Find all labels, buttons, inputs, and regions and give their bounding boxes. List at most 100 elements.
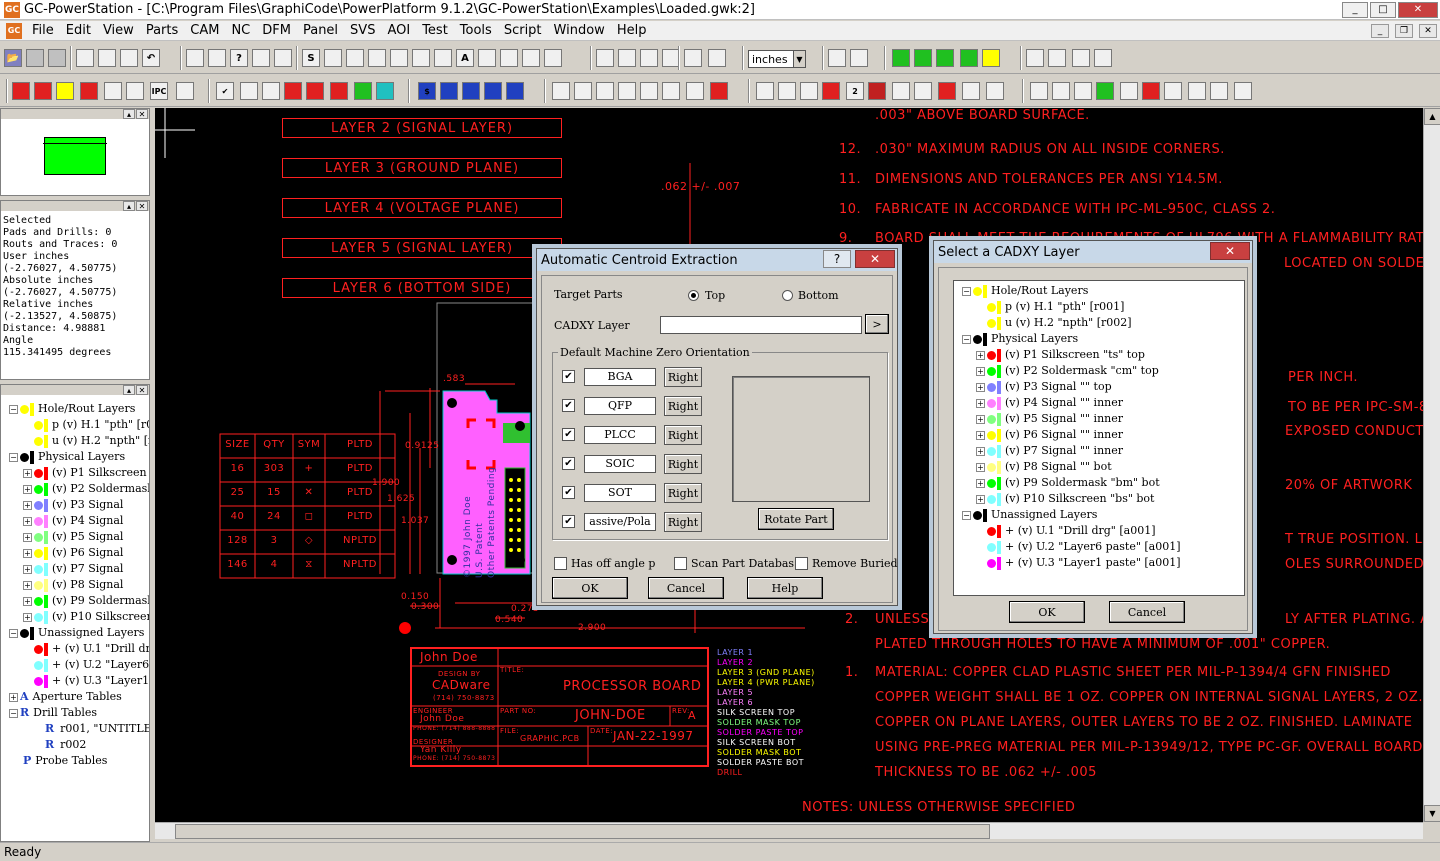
pane-minimize-button[interactable]: ▴: [123, 109, 135, 119]
move-icon[interactable]: [346, 49, 364, 67]
expand-icon[interactable]: +: [23, 484, 32, 494]
arc-icon[interactable]: [412, 49, 430, 67]
tree-row[interactable]: + (v) U.2 "Layer6 paste" [a001]: [962, 539, 1244, 555]
part-icon[interactable]: [822, 82, 840, 100]
layer-visibility-icon[interactable]: [997, 476, 1001, 490]
orientation-button[interactable]: Right: [664, 367, 702, 387]
pan-icon[interactable]: [1072, 49, 1090, 67]
drill-table-item[interactable]: Rr001, "UNTITLED": [9, 721, 149, 737]
stop-icon[interactable]: [710, 82, 728, 100]
menu-file[interactable]: File: [26, 23, 60, 38]
scan-part-db-checkbox[interactable]: [674, 557, 687, 570]
layer-visibility-icon[interactable]: [997, 492, 1001, 506]
probe-red-icon[interactable]: [868, 82, 886, 100]
probe-fill-icon[interactable]: [938, 82, 956, 100]
layer-visibility-icon[interactable]: [997, 556, 1001, 570]
outline-icon[interactable]: [354, 82, 372, 100]
expand-icon[interactable]: +: [976, 462, 985, 472]
compare-icon[interactable]: [240, 82, 258, 100]
tree-row[interactable]: + (v) P1 Silkscreen "ts" top: [962, 347, 1244, 363]
cadxy-layer-tree[interactable]: − Hole/Rout Layers p (v) H.1 "pth" [r001] u…: [953, 280, 1245, 596]
annular-ring-icon[interactable]: [104, 82, 122, 100]
print-icon[interactable]: [48, 49, 66, 67]
tree-row[interactable]: − Hole/Rout Layers: [962, 283, 1244, 299]
fit-icon[interactable]: [1094, 49, 1112, 67]
probe-circle-icon[interactable]: [914, 82, 932, 100]
print-preview-icon[interactable]: [186, 49, 204, 67]
flash-icon[interactable]: [368, 49, 386, 67]
cursor-icon[interactable]: [684, 49, 702, 67]
menu-test[interactable]: Test: [416, 23, 454, 38]
aperture-tables-row[interactable]: + A Aperture Tables: [9, 689, 149, 705]
layer-visibility-icon[interactable]: [44, 482, 48, 496]
menu-view[interactable]: View: [97, 23, 140, 38]
menu-panel[interactable]: Panel: [297, 23, 344, 38]
tree-row[interactable]: + (v) P9 Soldermask: [9, 593, 149, 609]
centroid-icon[interactable]: [800, 82, 818, 100]
tree-row[interactable]: − Unassigned Layers: [962, 507, 1244, 523]
offset-icon[interactable]: [686, 82, 704, 100]
layer-visibility-icon[interactable]: [997, 524, 1001, 538]
menu-edit[interactable]: Edit: [60, 23, 97, 38]
text-icon[interactable]: A: [456, 49, 474, 67]
expand-icon[interactable]: +: [23, 564, 32, 574]
minimize-button[interactable]: _: [1342, 1, 1368, 18]
expand-icon[interactable]: +: [976, 366, 985, 376]
tree-row[interactable]: p (v) H.1 "pth" [r001]: [9, 417, 149, 433]
tree-row[interactable]: + (v) U.2 "Layer6 paste": [9, 657, 149, 673]
save-icon[interactable]: [26, 49, 44, 67]
tree-row[interactable]: + (v) U.3 "Layer1 paste": [9, 673, 149, 689]
expand-icon[interactable]: +: [976, 446, 985, 456]
expand-icon[interactable]: +: [23, 468, 32, 478]
pane-minimize-button[interactable]: ▴: [123, 201, 135, 211]
snap-grid-icon[interactable]: [596, 49, 614, 67]
layer-visibility-icon[interactable]: [44, 466, 48, 480]
menu-aoi[interactable]: AOI: [381, 23, 416, 38]
layer-visibility-icon[interactable]: [997, 316, 1001, 330]
edit-icon[interactable]: [324, 49, 342, 67]
tree-row[interactable]: + (v) P3 Signal "" top: [962, 379, 1244, 395]
close-icon[interactable]: ✕: [855, 250, 895, 268]
browse-button[interactable]: >: [865, 314, 889, 334]
remove-buried-checkbox[interactable]: [795, 557, 808, 570]
menu-nc[interactable]: NC: [225, 23, 256, 38]
units-select[interactable]: inches ▼: [748, 50, 806, 68]
orientation-button[interactable]: Right: [664, 512, 702, 532]
probe-line-icon[interactable]: [962, 82, 980, 100]
paste-icon[interactable]: [120, 49, 138, 67]
layer-visibility-icon[interactable]: [44, 562, 48, 576]
part-type-checkbox[interactable]: ✔: [562, 370, 575, 383]
collapse-icon[interactable]: −: [962, 334, 971, 344]
menu-help[interactable]: Help: [611, 23, 653, 38]
pad-icon[interactable]: [960, 49, 978, 67]
orientation-button[interactable]: Right: [664, 483, 702, 503]
part-type-field[interactable]: SOIC: [584, 455, 656, 473]
layers-icon[interactable]: [936, 49, 954, 67]
probe-icon[interactable]: [176, 82, 194, 100]
properties-icon[interactable]: [1210, 82, 1228, 100]
fill-icon[interactable]: [522, 49, 540, 67]
expand-icon[interactable]: +: [23, 596, 32, 606]
layer-visibility-icon[interactable]: [983, 508, 987, 522]
net-icon[interactable]: [34, 82, 52, 100]
grid-dots-icon[interactable]: [914, 49, 932, 67]
step-icon[interactable]: [462, 82, 480, 100]
snap-center-icon[interactable]: [640, 49, 658, 67]
lock-icon[interactable]: [1120, 82, 1138, 100]
menu-window[interactable]: Window: [548, 23, 611, 38]
drc-icon[interactable]: [12, 82, 30, 100]
help-icon[interactable]: ?: [823, 250, 851, 268]
tree-row[interactable]: − Physical Layers: [9, 449, 149, 465]
expand-icon[interactable]: +: [9, 692, 18, 702]
collapse-icon[interactable]: −: [9, 404, 18, 414]
tree-row[interactable]: + (v) P1 Silkscreen: [9, 465, 149, 481]
tree-row[interactable]: + (v) P5 Signal "" inner: [962, 411, 1244, 427]
highlight-icon[interactable]: [982, 49, 1000, 67]
zoom-icon[interactable]: [208, 49, 226, 67]
open-file-icon[interactable]: [1052, 82, 1070, 100]
part-type-checkbox[interactable]: ✔: [562, 515, 575, 528]
expand-icon[interactable]: +: [976, 478, 985, 488]
tree-row[interactable]: + (v) P7 Signal "" inner: [962, 443, 1244, 459]
layer-visibility-icon[interactable]: [983, 332, 987, 346]
expand-icon[interactable]: +: [23, 580, 32, 590]
